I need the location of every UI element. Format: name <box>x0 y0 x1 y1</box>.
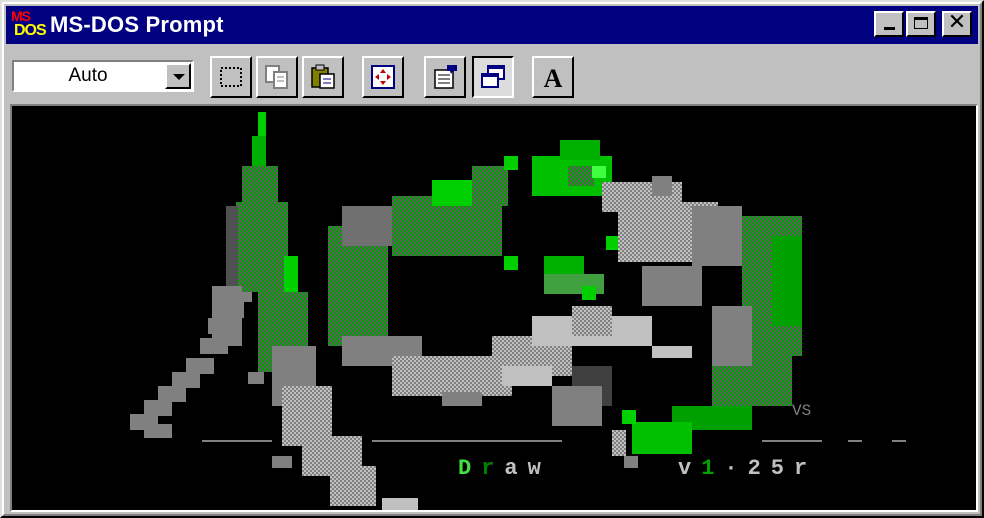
letter-o-ring <box>502 366 552 386</box>
letter-s-loop <box>772 236 802 326</box>
console-screen[interactable]: VS Draw v1·25r <box>10 104 978 512</box>
full-screen-icon <box>371 65 395 89</box>
letter-s-loop <box>612 430 626 456</box>
window-controls: ✕ <box>874 10 972 37</box>
green-ball <box>592 166 606 178</box>
letter-o-ring <box>582 286 596 300</box>
letter-o-ring <box>442 392 482 406</box>
font-icon: A <box>544 64 563 91</box>
baseline-line <box>892 440 906 442</box>
maximize-icon <box>914 17 928 29</box>
title-bar[interactable]: MS DOS MS-DOS Prompt ✕ <box>6 6 978 44</box>
letter-o-ring <box>504 256 518 270</box>
toolbar: Auto A <box>6 48 978 98</box>
letter-s-loop <box>622 410 636 424</box>
letter-s-loop <box>624 456 638 468</box>
baseline-line <box>848 440 862 442</box>
baseline-line <box>372 440 562 442</box>
letter-a-leg <box>172 372 200 388</box>
letter-s-loop <box>712 306 752 366</box>
baseline-line <box>762 440 822 442</box>
letter-a-leg <box>144 424 172 438</box>
tagline-letters-aw: aw <box>504 456 551 481</box>
maximize-button[interactable] <box>906 11 936 37</box>
green-ball <box>606 236 620 250</box>
letter-a-spire <box>242 166 278 206</box>
letter-a-leg <box>248 372 264 384</box>
chevron-down-icon[interactable] <box>165 63 191 89</box>
letter-a-spire <box>258 112 266 138</box>
ms-dos-window: MS DOS MS-DOS Prompt ✕ Auto A VS Draw v1… <box>0 0 984 518</box>
properties-button[interactable] <box>424 56 466 98</box>
letter-o-ring <box>472 166 508 206</box>
close-icon: ✕ <box>947 10 967 35</box>
copy-icon <box>265 65 288 89</box>
properties-icon <box>434 65 457 89</box>
tagline-letter-d: D <box>458 456 482 481</box>
font-size-value: Auto <box>68 65 108 86</box>
ascii-logo-art <box>130 112 906 510</box>
mark-icon <box>220 67 242 87</box>
tagline-letter-r: r <box>481 456 505 481</box>
green-ball <box>568 166 594 186</box>
letter-s-loop <box>652 176 672 196</box>
copy-button[interactable] <box>256 56 298 98</box>
mark-button[interactable] <box>210 56 252 98</box>
letter-s-loop <box>642 266 702 306</box>
signature-text: VS <box>792 402 812 420</box>
green-ball <box>560 140 600 160</box>
letter-s-loop <box>692 206 742 266</box>
minimize-icon <box>884 27 895 30</box>
letter-s-loop <box>552 386 602 426</box>
font-button[interactable]: A <box>532 56 574 98</box>
full-screen-button[interactable] <box>362 56 404 98</box>
letter-a-leg <box>382 498 418 510</box>
tagline-version: v1·25r <box>678 456 817 481</box>
letter-a-leg <box>158 386 186 402</box>
tagline-v: v <box>678 456 702 481</box>
window-title: MS-DOS Prompt <box>50 12 224 37</box>
background-icon <box>481 65 505 88</box>
letter-s-loop <box>652 346 692 358</box>
letter-o-ring <box>572 306 612 336</box>
background-button[interactable] <box>472 56 514 98</box>
paste-button[interactable] <box>302 56 344 98</box>
letter-a-leg <box>130 414 144 426</box>
letter-a-leg <box>330 466 376 506</box>
paste-icon <box>311 64 335 89</box>
baseline-line <box>202 440 272 442</box>
icon-dos-text: DOS <box>14 22 47 39</box>
svg-text:A: A <box>544 64 563 91</box>
tagline-rest: ·25r <box>724 456 818 481</box>
letter-a-leg <box>272 456 292 468</box>
font-size-select[interactable]: Auto <box>12 60 194 92</box>
letter-a-leg <box>144 400 172 416</box>
letter-a-spire <box>212 286 242 346</box>
letter-a-leg <box>186 358 214 374</box>
close-button[interactable]: ✕ <box>942 10 972 37</box>
letter-a-spire <box>236 202 288 292</box>
ms-dos-icon[interactable]: MS DOS <box>10 8 47 42</box>
minimize-button[interactable] <box>874 11 904 37</box>
tagline-1: 1 <box>701 456 725 481</box>
letter-o-ring <box>544 256 584 274</box>
letter-s-loop <box>632 422 692 454</box>
tagline-draw: Draw <box>458 456 551 481</box>
letter-o-ring <box>504 156 518 170</box>
